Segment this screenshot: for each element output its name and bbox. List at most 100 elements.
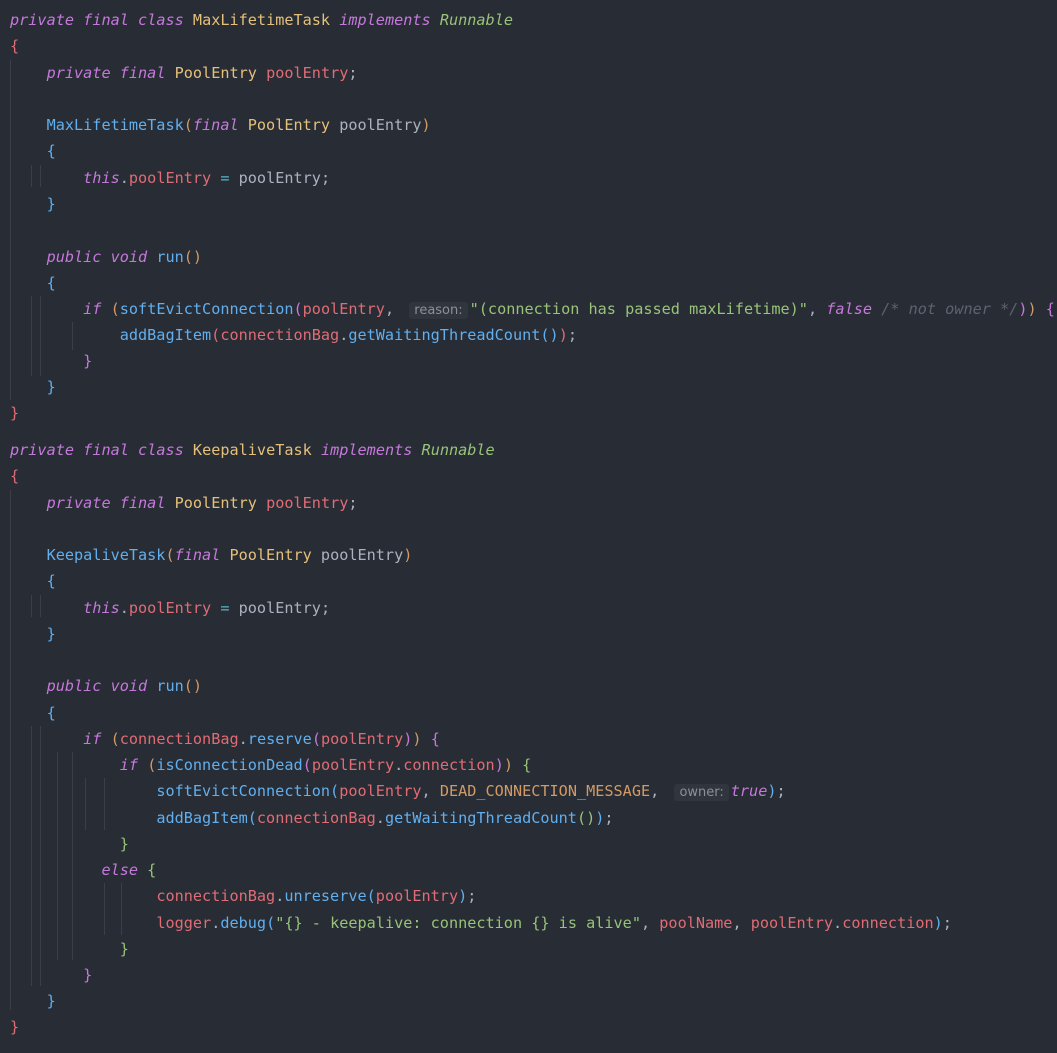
code-token: PoolEntry (229, 546, 312, 564)
code-line: private final class MaxLifetimeTask impl… (10, 10, 513, 30)
code-token: connection (842, 914, 934, 932)
code-token: ) (421, 116, 431, 134)
code-token: ( (366, 887, 376, 905)
code-token: ; (320, 169, 331, 187)
code-line: } (10, 194, 56, 214)
code-token: final (119, 64, 166, 82)
code-line: { (10, 703, 56, 723)
code-token: ( (211, 326, 221, 344)
code-token: poolEntry (229, 169, 321, 187)
code-token: , (640, 914, 651, 932)
code-token: , (384, 300, 395, 318)
code-token: } (83, 352, 93, 370)
code-token: } (83, 966, 93, 984)
code-token: getWaitingThreadCount (384, 809, 577, 827)
code-token: final (119, 494, 166, 512)
code-token: PoolEntry (174, 494, 257, 512)
code-line: } (10, 1017, 19, 1037)
code-token: public (46, 677, 102, 695)
code-token: void (110, 248, 148, 266)
code-token: Runnable (421, 441, 495, 459)
code-token: poolEntry (128, 599, 212, 617)
code-token: } (46, 625, 56, 643)
indent-guide (10, 60, 11, 400)
code-token: MaxLifetimeTask (46, 116, 184, 134)
code-line: } (10, 965, 92, 985)
code-token: run (156, 248, 184, 266)
code-token: ( (247, 809, 257, 827)
code-token: Runnable (439, 11, 513, 29)
code-token: . (211, 914, 221, 932)
code-token: ( (293, 300, 303, 318)
code-token: . (119, 169, 129, 187)
code-token: { (46, 274, 56, 292)
code-line: this.poolEntry = poolEntry; (10, 168, 330, 188)
code-token: ( (330, 782, 340, 800)
code-token: void (110, 677, 148, 695)
code-token: DEAD_CONNECTION_MESSAGE (439, 782, 651, 800)
code-token: } (46, 992, 56, 1010)
code-token: ; (942, 914, 952, 932)
code-token: { (10, 37, 20, 55)
code-token: { (430, 730, 440, 748)
code-token: ) (933, 914, 943, 932)
code-token: poolEntry (320, 730, 404, 748)
code-token: . (238, 730, 248, 748)
code-token: softEvictConnection (156, 782, 331, 800)
code-token: ; (567, 326, 577, 344)
code-token: if (119, 756, 139, 774)
code-token: } (46, 378, 56, 396)
code-line: { (10, 571, 56, 591)
code-token: reserve (247, 730, 312, 748)
code-line: public void run() (10, 676, 203, 696)
code-line: } (10, 624, 56, 644)
code-token: . (375, 809, 385, 827)
code-token: ( (266, 914, 276, 932)
code-token: ) (458, 887, 468, 905)
code-token: , (732, 914, 742, 932)
code-line: this.poolEntry = poolEntry; (10, 598, 330, 618)
code-token: logger (156, 914, 212, 932)
code-token: { (46, 704, 56, 722)
code-line: addBagItem(connectionBag.getWaitingThrea… (10, 808, 613, 828)
code-line: connectionBag.unreserve(poolEntry); (10, 886, 476, 906)
code-token: ) (494, 756, 504, 774)
code-token: } (119, 940, 129, 958)
code-token: class (138, 441, 184, 459)
code-token: poolEntry (229, 599, 321, 617)
code-token: class (138, 11, 184, 29)
code-token: private (10, 441, 75, 459)
code-token: implements (339, 11, 431, 29)
code-line: private final PoolEntry poolEntry; (10, 493, 358, 513)
code-editor[interactable]: private final class MaxLifetimeTask impl… (0, 0, 1057, 1053)
code-token: . (833, 914, 843, 932)
code-token: "{} - keepalive: connection {} is alive" (275, 914, 641, 932)
code-token: , (807, 300, 818, 318)
code-line: MaxLifetimeTask(final PoolEntry poolEntr… (10, 115, 431, 135)
